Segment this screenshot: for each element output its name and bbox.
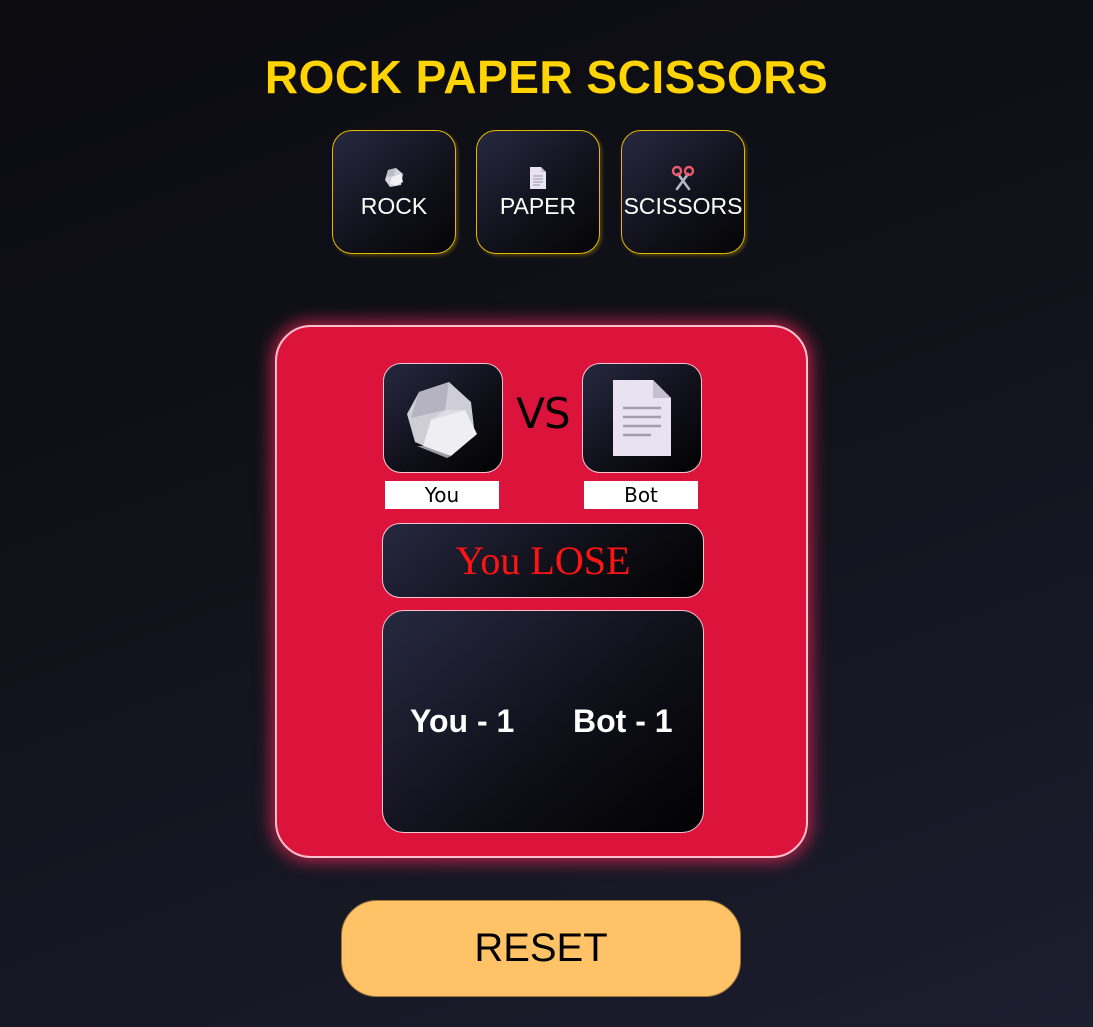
reset-button[interactable]: RESET — [341, 900, 741, 997]
you-label: You — [385, 481, 499, 509]
paper-label: PAPER — [499, 192, 577, 219]
rock-icon — [407, 382, 477, 458]
rock-icon — [385, 167, 403, 187]
outcome-text: You LOSE — [455, 538, 631, 583]
bot-score: Bot - 1 — [573, 703, 673, 739]
scissors-button[interactable]: SCISSORS — [621, 130, 745, 254]
you-pick-box — [383, 363, 503, 473]
rock-label: ROCK — [360, 192, 428, 219]
scissors-label: SCISSORS — [623, 192, 743, 219]
vs-label: VS — [516, 389, 570, 438]
outcome-message: You LOSE — [382, 523, 704, 598]
bot-label: Bot — [584, 481, 698, 509]
rock-button[interactable]: ROCK — [332, 130, 456, 254]
scoreboard: You - 1 Bot - 1 — [382, 610, 704, 833]
bot-pick-box — [582, 363, 702, 473]
game-title: ROCK PAPER SCISSORS — [264, 51, 829, 103]
paper-icon — [530, 166, 546, 189]
scissors-icon — [671, 165, 695, 190]
paper-icon — [613, 380, 671, 456]
reset-label: RESET — [474, 926, 608, 970]
result-panel: VS You Bot You LOSE You - 1 Bot - 1 — [275, 325, 808, 858]
paper-button[interactable]: PAPER — [476, 130, 600, 254]
you-score: You - 1 — [410, 703, 515, 739]
